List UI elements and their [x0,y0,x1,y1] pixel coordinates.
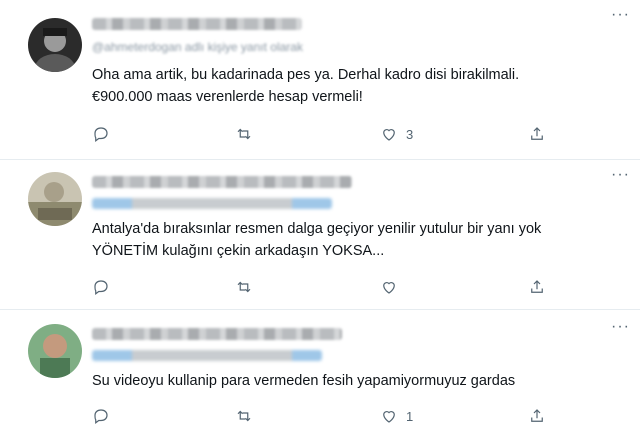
like-button[interactable] [380,277,406,297]
reply-icon [94,127,108,142]
tweet[interactable]: @ahmeterdogan adlı kişiye yanıt olarak ·… [0,0,640,160]
reply-icon [94,409,108,424]
tweet-text: Oha ama artik, bu kadarinada pes ya. Der… [92,64,620,108]
retweet-icon [237,128,251,140]
tweet-text-line: YÖNETİM kulağını çekin arkadaşın YOKSA..… [92,243,385,259]
more-icon[interactable]: ··· [611,167,630,183]
tweet-text: Su videoyu kullanip para vermeden fesih … [92,370,620,392]
tweet-text-line: €900.000 maas verenlerde hesap vermeli! [92,89,363,105]
like-button[interactable]: 1 [380,406,413,426]
more-icon[interactable]: ··· [611,7,630,23]
author-name-blurred[interactable] [92,328,342,340]
like-count: 3 [406,126,414,142]
reply-context: @ahmeterdogan adlı kişiye yanıt olarak [92,40,303,54]
tweet[interactable]: ··· Antalya'da bıraksınlar resmen dalga … [0,160,640,310]
avatar[interactable] [28,324,82,378]
share-button[interactable] [528,277,546,297]
avatar-image [28,18,82,72]
tweet-feed: @ahmeterdogan adlı kişiye yanıt olarak ·… [0,0,640,446]
tweet-text: Antalya'da bıraksınlar resmen dalga geçi… [92,218,620,262]
like-icon [383,411,395,423]
like-button[interactable]: 3 [380,124,413,144]
like-count: 1 [406,408,414,424]
retweet-icon [237,410,251,422]
reply-context-blurred [92,198,332,209]
avatar[interactable] [28,18,82,72]
like-icon [383,129,395,141]
tweet-actions: 3 [92,124,562,144]
more-icon[interactable]: ··· [611,319,630,335]
like-icon [383,282,395,294]
tweet-actions [92,277,562,297]
avatar[interactable] [28,172,82,226]
reply-button[interactable] [92,277,118,297]
avatar-image [28,324,82,378]
retweet-button[interactable] [235,277,261,297]
share-icon [531,409,543,422]
tweet[interactable]: ··· Su videoyu kullanip para vermeden fe… [0,310,640,446]
share-icon [531,127,543,140]
tweet-text-line: Su videoyu kullanip para vermeden fesih … [92,373,516,389]
share-button[interactable] [528,406,546,426]
reply-context-blurred [92,350,322,361]
share-button[interactable] [528,124,546,144]
tweet-text-line: Oha ama artik, bu kadarinada pes ya. Der… [92,67,520,83]
reply-button[interactable] [92,124,118,144]
reply-button[interactable] [92,406,118,426]
retweet-button[interactable] [235,124,261,144]
tweet-actions: 1 [92,406,562,426]
retweet-icon [237,281,251,293]
retweet-button[interactable] [235,406,261,426]
avatar-image [28,172,82,226]
share-icon [531,280,543,293]
reply-icon [94,280,108,295]
author-name-blurred[interactable] [92,18,302,30]
tweet-text-line: Antalya'da bıraksınlar resmen dalga geçi… [92,221,542,237]
author-name-blurred[interactable] [92,176,352,188]
